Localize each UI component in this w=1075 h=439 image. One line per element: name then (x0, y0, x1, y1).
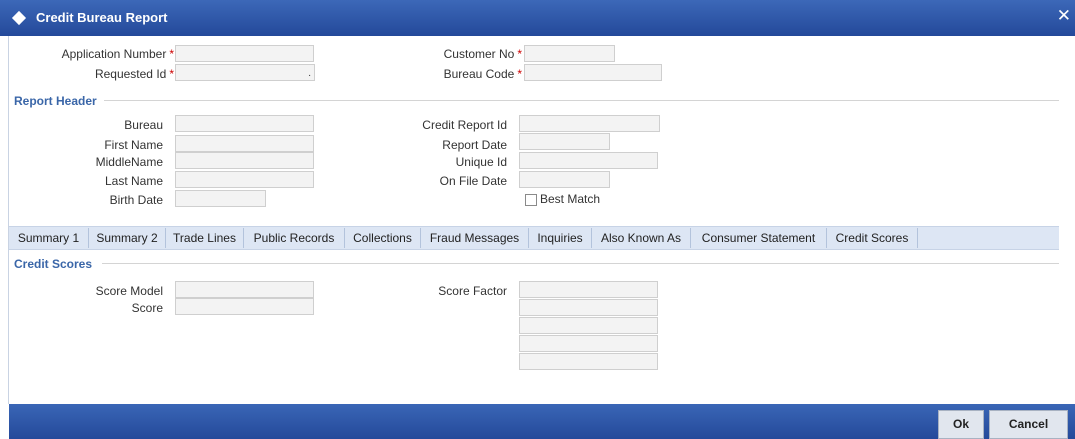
last-name-field[interactable] (175, 171, 314, 188)
on-file-date-label: On File Date (439, 174, 507, 188)
report-header-title: Report Header (14, 94, 97, 108)
score-model-field[interactable] (175, 281, 314, 298)
title-bar: Credit Bureau Report ✕ (0, 0, 1075, 36)
bureau-code-field[interactable] (524, 64, 662, 81)
credit-report-id-field[interactable] (519, 115, 660, 132)
score-factor-label: Score Factor (438, 284, 507, 298)
unique-id-label: Unique Id (455, 155, 507, 169)
credit-scores-title: Credit Scores (14, 257, 93, 271)
requested-id-label: Requested Id * (94, 67, 174, 81)
customer-no-field[interactable] (524, 45, 615, 62)
bureau-label: Bureau (124, 118, 163, 132)
score-field[interactable] (175, 298, 314, 315)
first-name-field[interactable] (175, 135, 314, 152)
tab-consumer-statement[interactable]: Consumer Statement (691, 228, 827, 248)
ok-button[interactable]: Ok (938, 410, 984, 439)
score-factor-field-4[interactable] (519, 335, 658, 352)
tab-fraud-messages[interactable]: Fraud Messages (421, 228, 529, 248)
tab-credit-scores[interactable]: Credit Scores (827, 228, 918, 248)
tab-collections[interactable]: Collections (345, 228, 421, 248)
birth-date-field[interactable] (175, 190, 266, 207)
score-factor-field-3[interactable] (519, 317, 658, 334)
customer-no-label: Customer No * (443, 47, 522, 61)
footer-bar (9, 404, 1075, 439)
application-number-label: Application Number * (61, 47, 174, 61)
report-date-field[interactable] (519, 133, 610, 150)
application-number-field[interactable] (175, 45, 314, 62)
last-name-label: Last Name (104, 174, 163, 188)
bureau-code-label: Bureau Code * (443, 67, 522, 81)
report-date-label: Report Date (442, 138, 507, 152)
credit-scores-divider (102, 263, 1059, 264)
first-name-label: First Name (104, 138, 163, 152)
best-match-checkbox[interactable] (525, 194, 537, 206)
diamond-icon (11, 10, 27, 26)
middle-name-field[interactable] (175, 152, 314, 169)
score-model-label: Score Model (95, 284, 163, 298)
panel-border (8, 36, 9, 404)
tab-bar: Summary 1 Summary 2 Trade Lines Public R… (9, 226, 1059, 250)
tab-also-known-as[interactable]: Also Known As (592, 228, 691, 248)
window-title: Credit Bureau Report (36, 10, 168, 25)
credit-report-id-label: Credit Report Id (422, 118, 507, 132)
tab-public-records[interactable]: Public Records (244, 228, 345, 248)
best-match-label: Best Match (540, 192, 601, 206)
requested-id-trailing: . (308, 68, 311, 79)
on-file-date-field[interactable] (519, 171, 610, 188)
score-factor-field-1[interactable] (519, 281, 658, 298)
close-icon[interactable]: ✕ (1057, 6, 1071, 26)
bureau-field[interactable] (175, 115, 314, 132)
tab-inquiries[interactable]: Inquiries (529, 228, 592, 248)
tab-trade-lines[interactable]: Trade Lines (166, 228, 244, 248)
middle-name-label: MiddleName (95, 155, 163, 169)
score-label: Score (131, 301, 163, 315)
score-factor-field-2[interactable] (519, 299, 658, 316)
tab-summary-2[interactable]: Summary 2 (89, 228, 166, 248)
tab-summary-1[interactable]: Summary 1 (9, 228, 89, 248)
score-factor-field-5[interactable] (519, 353, 658, 370)
requested-id-field[interactable]: . (175, 64, 315, 81)
birth-date-label: Birth Date (109, 193, 163, 207)
cancel-button[interactable]: Cancel (989, 410, 1068, 439)
unique-id-field[interactable] (519, 152, 658, 169)
report-header-divider (104, 100, 1059, 101)
